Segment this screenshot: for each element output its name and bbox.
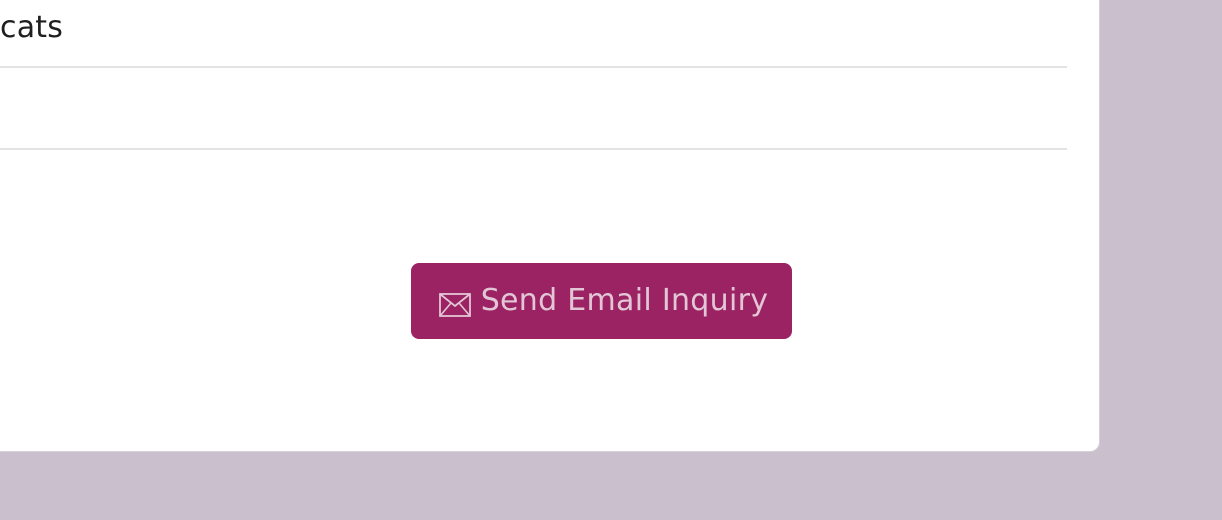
- divider: [0, 66, 1067, 68]
- send-email-inquiry-button[interactable]: Send Email Inquiry: [411, 263, 792, 339]
- envelope-icon: [438, 293, 471, 317]
- page: cats Send Email Inquiry: [0, 0, 1222, 520]
- divider: [0, 148, 1067, 150]
- send-email-inquiry-label: Send Email Inquiry: [480, 283, 769, 318]
- row-text: cats: [0, 10, 64, 45]
